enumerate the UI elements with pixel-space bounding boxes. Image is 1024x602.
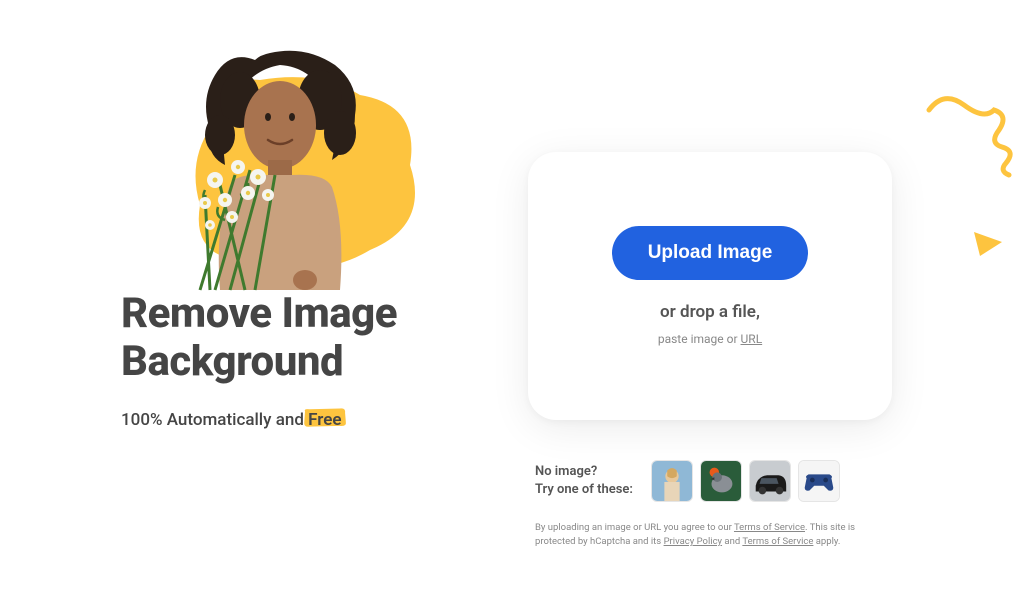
upload-card[interactable]: Upload Image or drop a file, paste image… [528, 152, 892, 420]
page-headline: Remove Image Background [121, 290, 397, 387]
headline-line-1: Remove Image [121, 289, 397, 338]
sample-thumb-controller[interactable] [798, 460, 840, 502]
sample-prompt-line-2: Try one of these: [535, 482, 633, 497]
paste-url-link[interactable]: URL [741, 332, 763, 346]
paste-hint: paste image or URL [658, 332, 762, 346]
legal-text-4: apply. [813, 536, 840, 547]
legal-prefix-1: By uploading an image or URL you agree t… [535, 522, 734, 533]
headline-line-2: Background [121, 337, 343, 386]
sample-thumb-car[interactable] [749, 460, 791, 502]
person-photo [160, 45, 400, 295]
sample-images-row: No image? Try one of these: [535, 460, 840, 502]
paste-prefix: paste image or [658, 332, 741, 346]
hcaptcha-tos-link[interactable]: Terms of Service [742, 536, 813, 547]
sample-prompt: No image? Try one of these: [535, 463, 633, 499]
sample-thumb-bird[interactable] [700, 460, 742, 502]
sample-prompt-line-1: No image? [535, 464, 597, 479]
hero-image [150, 45, 420, 295]
subhead-prefix: 100% Automatically and [121, 410, 308, 430]
free-badge-text: Free [308, 410, 341, 430]
squiggle-decoration [924, 85, 1024, 185]
privacy-policy-link[interactable]: Privacy Policy [664, 536, 722, 547]
legal-text: By uploading an image or URL you agree t… [535, 521, 895, 550]
tos-link[interactable]: Terms of Service [734, 522, 805, 533]
drop-file-text: or drop a file, [660, 302, 760, 322]
free-badge: Free [308, 410, 341, 430]
sample-thumb-person[interactable] [651, 460, 693, 502]
legal-text-3: and [722, 536, 742, 547]
sample-thumbnails [651, 460, 840, 502]
triangle-decoration [972, 230, 1004, 258]
upload-image-button[interactable]: Upload Image [612, 226, 809, 280]
page-subhead: 100% Automatically and Free [121, 410, 342, 430]
